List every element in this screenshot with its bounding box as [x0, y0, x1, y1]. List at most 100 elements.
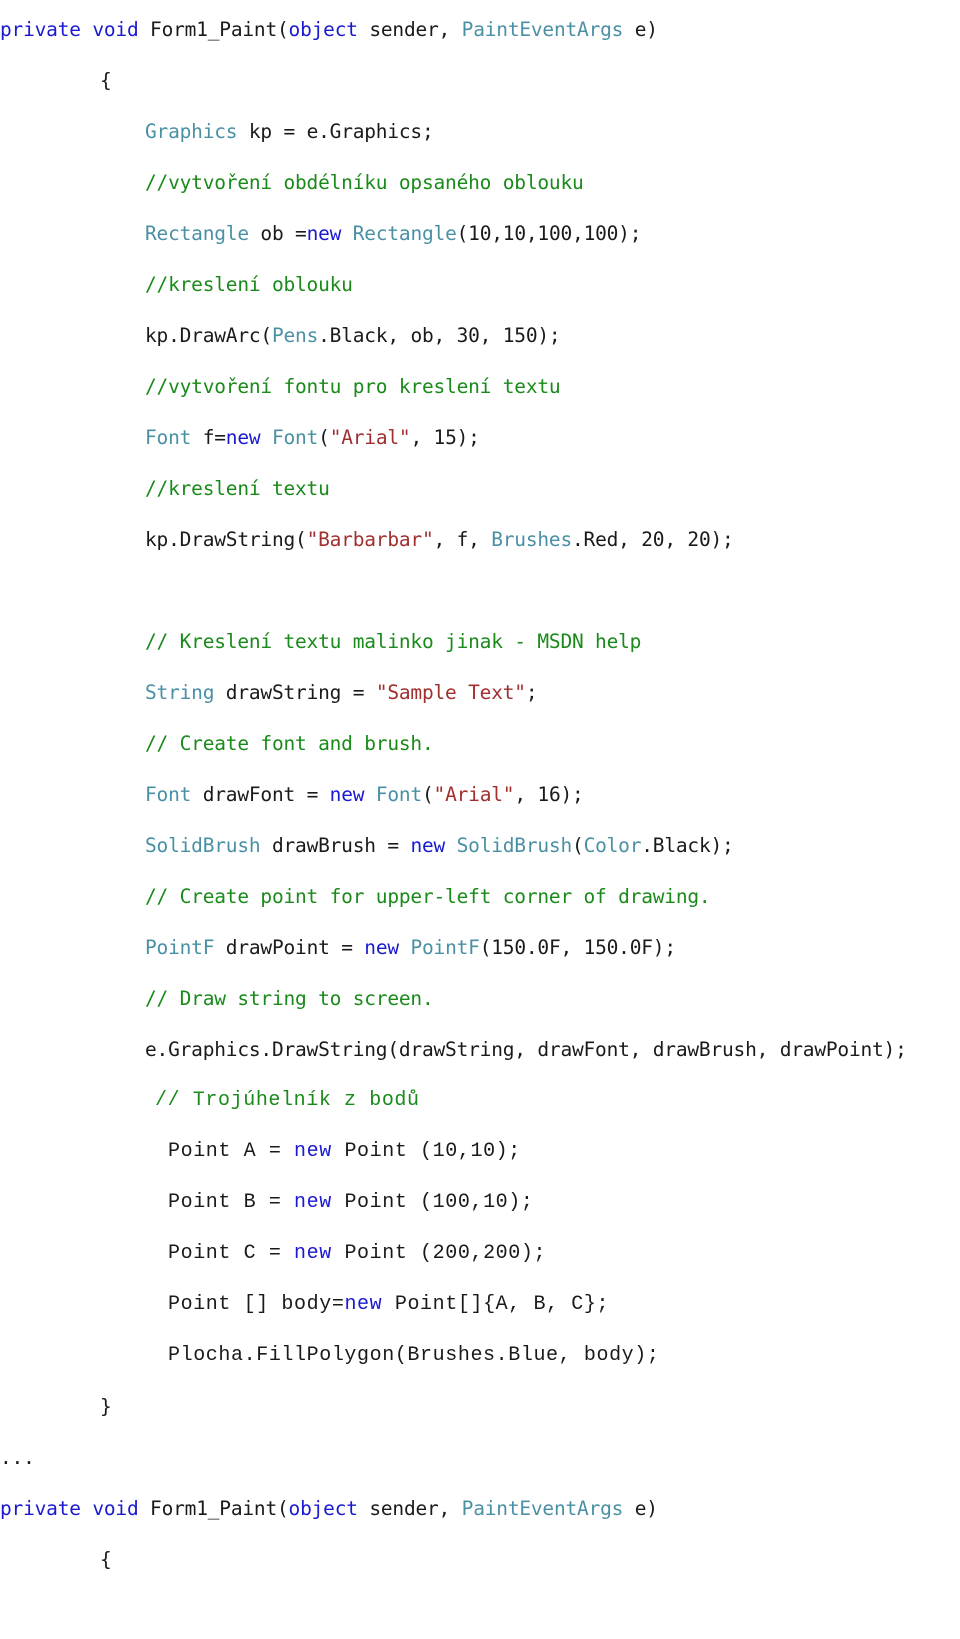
code-token-kw: new [410, 834, 446, 857]
code-token-plain: Form1_Paint( [138, 18, 289, 41]
code-token-type: SolidBrush [456, 834, 573, 857]
code-line: Point A = new Point (10,10); [0, 1126, 960, 1177]
code-token-plain: , f, [433, 528, 492, 551]
code-line: // Trojúhelník z bodů [0, 1075, 960, 1126]
code-line: ... [0, 1432, 960, 1483]
code-token-str: "Arial" [433, 783, 515, 806]
code-line: Rectangle ob =new Rectangle(10,10,100,10… [0, 208, 960, 259]
code-token-plain: Form1_Paint( [138, 1497, 289, 1520]
code-line: { [0, 1534, 960, 1585]
code-block: private void Form1_Paint(object sender, … [0, 0, 960, 1585]
code-token-comment: //kreslení textu [145, 477, 330, 500]
code-token-kw: new [329, 783, 365, 806]
code-line: private void Form1_Paint(object sender, … [0, 1483, 960, 1534]
code-token-plain: } [100, 1395, 112, 1418]
code-token-plain: ... [0, 1446, 35, 1469]
code-token-comment: //kreslení oblouku [145, 273, 353, 296]
code-token-plain: .Red, 20, 20); [572, 528, 734, 551]
code-token-plain: ; [525, 681, 538, 704]
code-line: kp.DrawString("Barbarbar", f, Brushes.Re… [0, 514, 960, 565]
code-line: PointF drawPoint = new PointF(150.0F, 15… [0, 922, 960, 973]
code-token-plain: Plocha.FillPolygon(Brushes.Blue, body); [168, 1344, 660, 1367]
code-line: Graphics kp = e.Graphics; [0, 106, 960, 157]
code-line: private void Form1_Paint(object sender, … [0, 4, 960, 55]
code-line: //vytvoření obdélníku opsaného oblouku [0, 157, 960, 208]
code-listing-page: private void Form1_Paint(object sender, … [0, 0, 960, 1639]
code-token-plain: f= [191, 426, 226, 449]
code-line: Point B = new Point (100,10); [0, 1177, 960, 1228]
code-line: //kreslení oblouku [0, 259, 960, 310]
code-token-type: Font [145, 426, 192, 449]
code-token-plain: Point A = [168, 1140, 295, 1163]
code-token-comment: //vytvoření obdélníku opsaného oblouku [145, 171, 584, 194]
code-token-kw: new [344, 1293, 383, 1316]
code-line: String drawString = "Sample Text"; [0, 667, 960, 718]
code-token-type: PointF [145, 936, 215, 959]
code-token-kw: private [0, 1497, 81, 1520]
code-token-plain: Point (100,10); [331, 1191, 534, 1214]
code-token-plain: e.Graphics.DrawString(drawString, drawFo… [145, 1038, 907, 1061]
code-token-kw: new [294, 1191, 332, 1214]
code-line: // Kreslení textu malinko jinak - MSDN h… [0, 616, 960, 667]
code-token-kw: object [288, 1497, 358, 1520]
code-token-plain: , 15); [410, 426, 480, 449]
code-token-type: Pens [271, 324, 319, 347]
code-line: e.Graphics.DrawString(drawString, drawFo… [0, 1024, 960, 1075]
code-line: //vytvoření fontu pro kreslení textu [0, 361, 960, 412]
code-token-type: Graphics [145, 120, 238, 143]
code-line: //kreslení textu [0, 463, 960, 514]
code-token-plain: Point[]{A, B, C}; [382, 1293, 610, 1316]
code-token-kw: private [0, 18, 81, 41]
code-token-type: Font [375, 783, 422, 806]
code-token-plain: (150.0F, 150.0F); [479, 936, 676, 959]
code-token-plain: , 16); [514, 783, 584, 806]
code-line: // Draw string to screen. [0, 973, 960, 1024]
code-line: SolidBrush drawBrush = new SolidBrush(Co… [0, 820, 960, 871]
code-token-plain: Point B = [168, 1191, 295, 1214]
code-token-str: "Barbarbar" [306, 528, 434, 551]
code-token-kw: new [364, 936, 399, 959]
code-token-plain: ( [422, 783, 434, 806]
code-token-plain: drawString = [214, 681, 376, 704]
code-token-type: Color [583, 834, 642, 857]
code-line: // Create font and brush. [0, 718, 960, 769]
code-token-type: PaintEventArgs [461, 1497, 624, 1520]
code-token-plain: Point [] body= [168, 1293, 345, 1316]
code-line: kp.DrawArc(Pens.Black, ob, 30, 150); [0, 310, 960, 361]
code-token-plain: kp = e.Graphics; [237, 120, 434, 143]
code-token-str: "Sample Text" [375, 681, 526, 704]
code-token-plain: sender, [357, 1497, 462, 1520]
code-token-plain: ob = [248, 222, 307, 245]
code-token-type: PointF [410, 936, 480, 959]
code-token-plain: ( [572, 834, 584, 857]
code-token-type: Font [271, 426, 319, 449]
code-line: Font drawFont = new Font("Arial", 16); [0, 769, 960, 820]
code-line: Font f=new Font("Arial", 15); [0, 412, 960, 463]
code-token-plain: .Black); [641, 834, 734, 857]
code-token-comment: // Trojúhelník z bodů [155, 1089, 420, 1112]
code-token-kw: new [306, 222, 342, 245]
code-token-plain: (10,10,100,100); [456, 222, 642, 245]
code-token-plain: Point (10,10); [331, 1140, 521, 1163]
code-line: // Create point for upper-left corner of… [0, 871, 960, 922]
code-token-type: Font [145, 783, 192, 806]
code-token-kw: void [92, 18, 139, 41]
code-line: { [0, 55, 960, 106]
code-token-type: PaintEventArgs [461, 18, 624, 41]
code-line: Plocha.FillPolygon(Brushes.Blue, body); [0, 1330, 960, 1381]
code-token-plain: drawPoint = [214, 936, 365, 959]
code-token-kw: void [92, 1497, 139, 1520]
code-token-comment: // Draw string to screen. [145, 987, 434, 1010]
code-token-type: Brushes [491, 528, 572, 551]
code-token-kw: new [225, 426, 261, 449]
code-token-plain: kp.DrawString( [145, 528, 307, 551]
code-token-plain: drawFont = [191, 783, 330, 806]
code-token-kw: new [294, 1242, 332, 1265]
